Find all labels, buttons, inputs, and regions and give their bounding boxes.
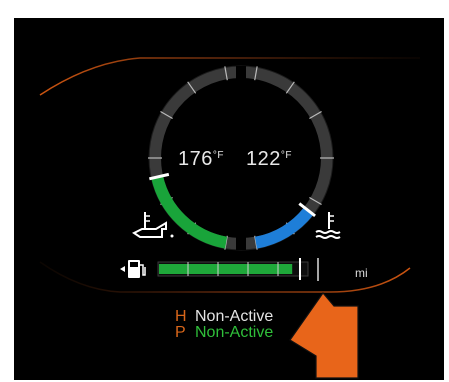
coolant-temp-fill bbox=[254, 207, 314, 249]
coolant-thermometer-icon bbox=[315, 212, 341, 239]
coolant-temp-value: 122 bbox=[246, 148, 281, 170]
status-key-p: P bbox=[175, 324, 186, 341]
coolant-temp-readout: 122°F bbox=[246, 148, 292, 171]
oil-temp-value: 176 bbox=[178, 148, 213, 170]
fuel-gauge bbox=[120, 258, 319, 281]
fuel-pump-icon bbox=[128, 260, 146, 278]
status-value-h: Non-Active bbox=[195, 308, 274, 325]
oil-temp-readout: 176°F bbox=[178, 148, 224, 171]
oil-temp-fill bbox=[151, 175, 228, 249]
oil-can-thermometer-icon bbox=[132, 212, 174, 238]
status-value-p: Non-Active bbox=[195, 324, 274, 341]
temperature-gauge bbox=[148, 65, 334, 251]
fuel-level-fill bbox=[159, 264, 293, 274]
coolant-temp-unit: °F bbox=[280, 150, 292, 161]
status-row-p: P Non-Active bbox=[175, 324, 273, 342]
fuel-pointer-icon bbox=[120, 266, 125, 272]
oil-temp-unit: °F bbox=[212, 150, 224, 161]
fuel-unit-label: mi bbox=[355, 266, 368, 280]
